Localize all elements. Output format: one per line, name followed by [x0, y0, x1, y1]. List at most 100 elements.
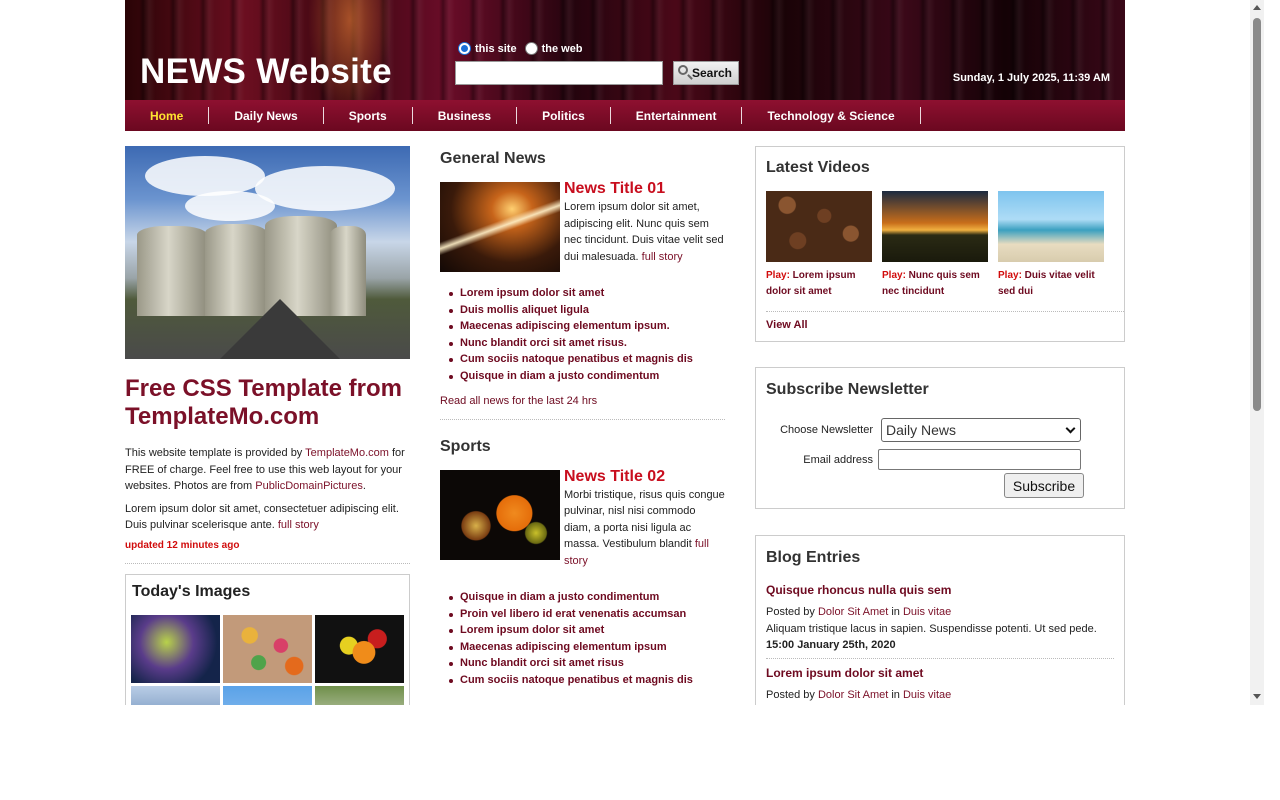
category-link[interactable]: Duis vitae — [903, 689, 951, 701]
radio-this-site[interactable] — [458, 42, 471, 55]
search-scope-options: this site the web — [458, 42, 591, 55]
menu-item-sports[interactable]: Sports — [324, 100, 412, 131]
news-02-title[interactable]: News Title 02 — [564, 468, 725, 485]
video-caption[interactable]: Play: Nunc quis sem nec tincidunt — [882, 268, 988, 300]
full-story-link[interactable]: full story — [278, 519, 319, 531]
search-button-label: Search — [691, 66, 733, 80]
news-01-full-story-link[interactable]: full story — [642, 251, 683, 263]
menu-item-label: Technology & Science — [767, 108, 895, 123]
video-caption[interactable]: Play: Duis vitae velit sed dui — [998, 268, 1104, 300]
subscribe-button[interactable]: Subscribe — [1004, 473, 1084, 498]
templatemo-link[interactable]: TemplateMo.com — [305, 447, 389, 459]
current-datetime: Sunday, 1 July 2025, 11:39 AM — [952, 72, 1110, 84]
video-grid: Play: Lorem ipsum dolor sit amet Play: N… — [766, 191, 1114, 300]
news-01-text: Lorem ipsum dolor sit amet, adipiscing e… — [564, 199, 725, 265]
video-thumbnail[interactable] — [882, 191, 988, 262]
menu-item-home[interactable]: Home — [125, 100, 208, 131]
email-field[interactable] — [878, 449, 1081, 470]
image-thumbnail[interactable] — [131, 685, 220, 705]
video-item: Play: Duis vitae velit sed dui — [998, 191, 1104, 300]
news-02-body: News Title 02 Morbi tristique, risus qui… — [560, 468, 725, 570]
feature-image-cooling-towers — [125, 146, 410, 359]
site-title[interactable]: NEWS Website — [140, 52, 392, 92]
menu-item-entertainment[interactable]: Entertainment — [611, 100, 742, 131]
list-item[interactable]: Lorem ipsum dolor sit amet — [448, 622, 725, 639]
list-item[interactable]: Duis mollis aliquet ligula — [448, 302, 725, 319]
list-item[interactable]: Nunc blandit orci sit amet risus. — [448, 335, 725, 352]
sports-news-list: Quisque in diam a justo condimentum Proi… — [440, 589, 725, 689]
radio-the-web-label[interactable]: the web — [542, 43, 583, 55]
left-column: Free CSS Template from TemplateMo.com Th… — [125, 146, 410, 705]
list-item[interactable]: Maecenas adipiscing elementum ipsum. — [448, 318, 725, 335]
news-01-body: News Title 01 Lorem ipsum dolor sit amet… — [560, 181, 725, 272]
site-header: NEWS Website this site the web Search Su… — [125, 0, 1125, 100]
search-input[interactable] — [455, 61, 663, 85]
publicdomainpictures-link[interactable]: PublicDomainPictures — [255, 480, 363, 492]
news-item-02: News Title 02 Morbi tristique, risus qui… — [440, 468, 725, 570]
menu-item-daily-news[interactable]: Daily News — [209, 100, 322, 131]
read-all-news-link[interactable]: Read all news for the last 24 hrs — [440, 395, 725, 407]
video-caption[interactable]: Play: Lorem ipsum dolor sit amet — [766, 268, 872, 300]
blog-entry-title[interactable]: Quisque rhoncus nulla quis sem — [766, 583, 1114, 597]
newsletter-select[interactable]: Daily News — [881, 418, 1081, 442]
category-link[interactable]: Duis vitae — [903, 606, 951, 618]
intro-paragraph: This website template is provided by Tem… — [125, 445, 410, 495]
list-item[interactable]: Lorem ipsum dolor sit amet — [448, 285, 725, 302]
list-item[interactable]: Quisque in diam a justo condimentum — [448, 368, 725, 385]
cooling-tower — [137, 226, 207, 316]
list-item[interactable]: Cum sociis natoque penatibus et magnis d… — [448, 351, 725, 368]
posted-by-text: Posted by — [766, 606, 818, 618]
author-link[interactable]: Dolor Sit Amet — [818, 606, 888, 618]
list-item[interactable]: Maecenas adipiscing elementum ipsum — [448, 639, 725, 656]
search-button[interactable]: Search — [673, 61, 739, 85]
todays-images-title: Today's Images — [132, 582, 251, 600]
cloud-shape — [185, 191, 275, 221]
general-news-title: General News — [440, 150, 546, 167]
scroll-down-arrow-icon[interactable] — [1253, 694, 1261, 699]
video-item: Play: Nunc quis sem nec tincidunt — [882, 191, 988, 300]
list-item[interactable]: Proin vel libero id erat venenatis accum… — [448, 606, 725, 623]
news-01-image[interactable] — [440, 182, 560, 272]
news-02-image[interactable] — [440, 469, 560, 560]
news-item-01: News Title 01 Lorem ipsum dolor sit amet… — [440, 181, 725, 272]
news-01-title[interactable]: News Title 01 — [564, 181, 725, 197]
video-thumbnail[interactable] — [766, 191, 872, 262]
latest-videos-title: Latest Videos — [766, 159, 870, 176]
menu-item-label: Politics — [542, 108, 585, 123]
todays-images-box: Today's Images — [125, 573, 410, 705]
view-all-videos-link[interactable]: View All — [766, 319, 1114, 331]
blog-entries-title: Blog Entries — [766, 549, 861, 566]
list-item[interactable]: Quisque in diam a justo condimentum — [448, 589, 725, 606]
radio-the-web[interactable] — [524, 42, 538, 55]
scrollbar-thumb[interactable] — [1253, 18, 1261, 411]
in-text: in — [888, 606, 903, 618]
menu-item-technology-science[interactable]: Technology & Science — [742, 100, 919, 131]
menu-item-politics[interactable]: Politics — [517, 100, 610, 131]
divider — [766, 657, 1114, 659]
image-grid — [131, 614, 404, 705]
menu-item-business[interactable]: Business — [413, 100, 516, 131]
lorem-text: Lorem ipsum dolor sit amet, consectetuer… — [125, 502, 399, 532]
video-thumbnail[interactable] — [998, 191, 1104, 262]
divider — [440, 418, 725, 420]
image-thumbnail[interactable] — [131, 614, 220, 683]
list-item[interactable]: Cum sociis natoque penatibus et magnis d… — [448, 672, 725, 689]
blog-entry-title[interactable]: Lorem ipsum dolor sit amet — [766, 666, 1114, 680]
blog-entries-box: Blog Entries Quisque rhoncus nulla quis … — [755, 535, 1125, 705]
chevron-down-icon — [1065, 423, 1076, 433]
image-thumbnail[interactable] — [315, 614, 404, 683]
image-thumbnail[interactable] — [315, 685, 404, 705]
vertical-scrollbar[interactable] — [1250, 0, 1264, 705]
author-link[interactable]: Dolor Sit Amet — [818, 689, 888, 701]
radio-this-site-label[interactable]: this site — [475, 43, 517, 55]
newsletter-box: Subscribe Newsletter Choose Newsletter D… — [755, 367, 1125, 509]
general-news-list: Lorem ipsum dolor sit amet Duis mollis a… — [440, 285, 725, 385]
image-thumbnail[interactable] — [223, 614, 312, 683]
list-item[interactable]: Nunc blandit orci sit amet risus — [448, 655, 725, 672]
search-icon — [678, 65, 688, 75]
image-thumbnail[interactable] — [223, 685, 312, 705]
browser-viewport: NEWS Website this site the web Search Su… — [0, 0, 1264, 705]
scroll-up-arrow-icon[interactable] — [1253, 5, 1261, 10]
play-label: Play: — [882, 270, 906, 281]
email-row: Email address — [766, 449, 1114, 470]
